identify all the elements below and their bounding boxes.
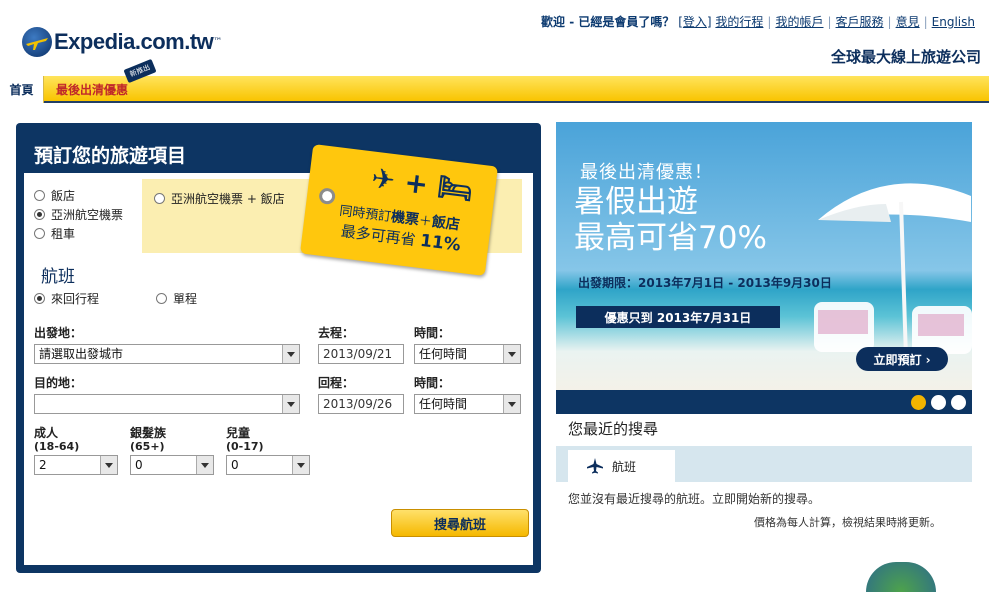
type-package-option[interactable]: 亞洲航空機票 + 飯店 <box>154 190 285 207</box>
from-label: 出發地： <box>34 326 83 340</box>
chevron-down-icon <box>292 456 309 474</box>
english-link[interactable]: English <box>932 15 975 29</box>
top-links: 歡迎 - 已經是會員了嗎？ [登入] 我的行程 | 我的帳戶 | 客戶服務 | 意見 | Eng… <box>541 15 975 29</box>
recent-flights-tab-label: 航班 <box>612 459 637 474</box>
roundtrip-option[interactable]: 來回行程 <box>34 290 99 307</box>
booking-panel: 預訂您的旅遊項目 飯店 亞洲航空機票 租車 亞洲航空機票 + 飯店 航班 來回行… <box>16 123 541 573</box>
slide-dot-1[interactable] <box>911 395 926 410</box>
adults-age-range: (18-64) <box>34 440 80 453</box>
to-select[interactable] <box>34 394 300 414</box>
roundtrip-label: 來回行程 <box>51 292 100 306</box>
children-label: 兒童 (0-17) <box>226 424 264 453</box>
banner-headline: 最後出清優惠！ <box>580 162 713 183</box>
recent-flights-tab[interactable]: 航班 <box>568 450 675 482</box>
login-bracket-close: ] <box>706 15 712 29</box>
my-account-link[interactable]: 我的帳戶 <box>775 15 823 29</box>
logo-text: Expedia.com.tw <box>54 29 214 54</box>
flight-section-title: 航班 <box>41 267 75 287</box>
seniors-age-range: (65+) <box>130 440 165 453</box>
banner-pager <box>556 390 972 414</box>
booking-title: 預訂您的旅遊項目 <box>34 145 187 167</box>
return-label: 回程： <box>318 376 355 390</box>
depart-time-select[interactable]: 任何時間 <box>414 344 521 364</box>
type-car-option[interactable]: 租車 <box>34 225 75 242</box>
type-hotel-label: 飯店 <box>51 189 76 203</box>
promo-banner[interactable]: 最後出清優惠！ 暑假出遊 最高可省70% 出發期限：2013年7月1日 - 20… <box>556 122 972 392</box>
package-savings-tag[interactable]: ✈ + 🛏 同時預訂機票＋飯店 最多可再省 11% <box>299 144 499 276</box>
roundtrip-radio[interactable] <box>34 293 45 304</box>
depart-time-label: 時間： <box>414 326 451 340</box>
type-package-radio[interactable] <box>154 193 165 204</box>
feedback-link[interactable]: 意見 <box>896 15 920 29</box>
oneway-label: 單程 <box>173 292 198 306</box>
from-value: 請選取出發城市 <box>39 347 124 361</box>
search-flights-button[interactable]: 搜尋航班 <box>391 509 529 537</box>
type-hotel-radio[interactable] <box>34 190 45 201</box>
oneway-option[interactable]: 單程 <box>156 290 197 307</box>
recent-empty-message: 您並沒有最近搜尋的航班。立即開始新的搜尋。 <box>568 492 821 506</box>
banner-period: 出發期限：2013年7月1日 - 2013年9月30日 <box>578 276 832 290</box>
return-time-select[interactable]: 任何時間 <box>414 394 521 414</box>
tag-hole <box>318 187 337 206</box>
seniors-select[interactable]: 0 <box>130 455 214 475</box>
children-select[interactable]: 0 <box>226 455 310 475</box>
banner-title-line1: 暑假出遊 <box>574 184 698 220</box>
depart-label: 去程： <box>318 326 355 340</box>
seniors-label-text: 銀髮族 <box>130 426 167 440</box>
slide-dot-3[interactable] <box>951 395 966 410</box>
banner-title-line2: 最高可省70% <box>574 220 767 256</box>
depart-time-value: 任何時間 <box>419 347 468 361</box>
chevron-down-icon <box>196 456 213 474</box>
type-flight-radio[interactable] <box>34 209 45 220</box>
chevron-down-icon <box>503 395 520 413</box>
adults-label-text: 成人 <box>34 426 59 440</box>
expedia-logo[interactable]: Expedia.com.tw ™ <box>22 26 222 58</box>
depart-date-input[interactable]: 2013/09/21 <box>318 344 404 364</box>
to-label: 目的地： <box>34 376 83 390</box>
globe-decoration <box>866 562 936 592</box>
children-label-text: 兒童 <box>226 426 251 440</box>
adults-label: 成人 (18-64) <box>34 424 79 453</box>
slide-dot-2[interactable] <box>931 395 946 410</box>
my-itinerary-link[interactable]: 我的行程 <box>715 15 763 29</box>
nav-last-minute-tab[interactable]: 最後出清優惠 <box>46 76 138 103</box>
type-car-radio[interactable] <box>34 228 45 239</box>
type-flight-label: 亞洲航空機票 <box>51 208 124 222</box>
login-link[interactable]: 登入 <box>683 15 707 29</box>
tagline: 全球最大線上旅遊公司 <box>830 48 981 66</box>
return-date-input[interactable]: 2013/09/26 <box>318 394 404 414</box>
price-note: 價格為每人計算，檢視結果時將更新。 <box>754 516 941 529</box>
adults-select[interactable]: 2 <box>34 455 118 475</box>
banner-deadline: 優惠只到 2013年7月31日 <box>576 306 780 328</box>
banner-title: 暑假出遊 最高可省70% <box>574 184 767 256</box>
customer-service-link[interactable]: 客戶服務 <box>836 15 884 29</box>
plane-plus-bed-icon: ✈ + 🛏 <box>369 161 475 207</box>
chevron-down-icon <box>100 456 117 474</box>
recent-searches-tabs: 航班 <box>556 446 972 482</box>
globe-plane-icon <box>22 27 52 57</box>
oneway-radio[interactable] <box>156 293 167 304</box>
recent-searches-title: 您最近的搜尋 <box>568 420 659 438</box>
children-age-range: (0-17) <box>226 440 264 453</box>
seniors-label: 銀髮族 (65+) <box>130 424 166 453</box>
nav-home-tab[interactable]: 首頁 <box>0 76 44 103</box>
children-value: 0 <box>231 458 239 472</box>
type-flight-option[interactable]: 亞洲航空機票 <box>34 206 123 223</box>
welcome-text: 歡迎 - 已經是會員了嗎？ <box>541 15 675 29</box>
type-car-label: 租車 <box>51 227 76 241</box>
chevron-down-icon <box>282 395 299 413</box>
logo-trademark: ™ <box>213 37 223 47</box>
return-time-label: 時間： <box>414 376 451 390</box>
type-hotel-option[interactable]: 飯店 <box>34 187 75 204</box>
chevron-down-icon <box>282 345 299 363</box>
return-time-value: 任何時間 <box>419 397 468 411</box>
book-now-button[interactable]: 立即預訂 › <box>856 347 948 371</box>
main-nav: 首頁 最後出清優惠 <box>0 76 989 103</box>
plane-icon <box>587 458 603 474</box>
chevron-down-icon <box>503 345 520 363</box>
from-select[interactable]: 請選取出發城市 <box>34 344 300 364</box>
adults-value: 2 <box>39 458 47 472</box>
seniors-value: 0 <box>135 458 143 472</box>
type-package-label: 亞洲航空機票 + 飯店 <box>171 192 285 206</box>
